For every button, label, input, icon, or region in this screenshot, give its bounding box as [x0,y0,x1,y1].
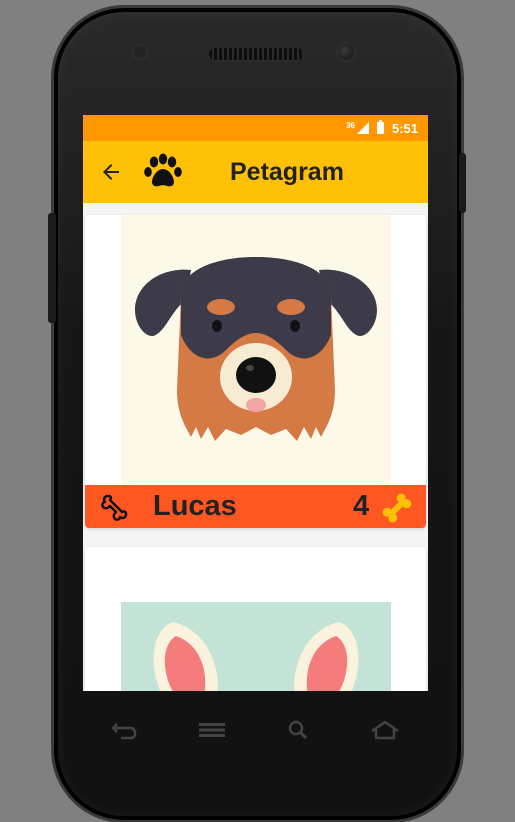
pet-card[interactable] [85,547,426,691]
status-time: 5:51 [391,120,418,136]
signal-icon [356,122,369,134]
app-toolbar: Petagram [83,141,428,203]
pet-card[interactable]: Lucas 4 [85,215,426,528]
bone-outline-icon[interactable] [99,491,131,523]
front-camera [338,44,354,60]
paw-icon [144,153,182,187]
pet-likes-count: 4 [353,490,370,522]
app-screen: 36 5:51 Petagram Lucas 4 [83,115,428,691]
arrow-back-icon[interactable] [99,160,123,184]
pet-name: Lucas [153,490,237,522]
network-type: 36 [346,120,355,130]
bone-icon[interactable] [379,490,415,526]
home-icon[interactable] [368,718,402,742]
search-icon[interactable] [282,718,316,742]
dog-illustration [121,215,391,485]
rabbit-illustration [121,602,391,691]
app-title: Petagram [230,158,344,186]
status-bar: 36 5:51 [83,115,428,141]
hardware-nav-bar [83,700,428,760]
earpiece-speaker [209,48,303,60]
battery-icon [376,120,384,134]
power-button [459,153,466,213]
pet-info-bar: Lucas 4 [85,485,426,528]
proximity-sensor [134,46,146,58]
volume-button [48,213,56,323]
back-icon[interactable] [109,718,143,742]
menu-icon[interactable] [195,718,229,742]
